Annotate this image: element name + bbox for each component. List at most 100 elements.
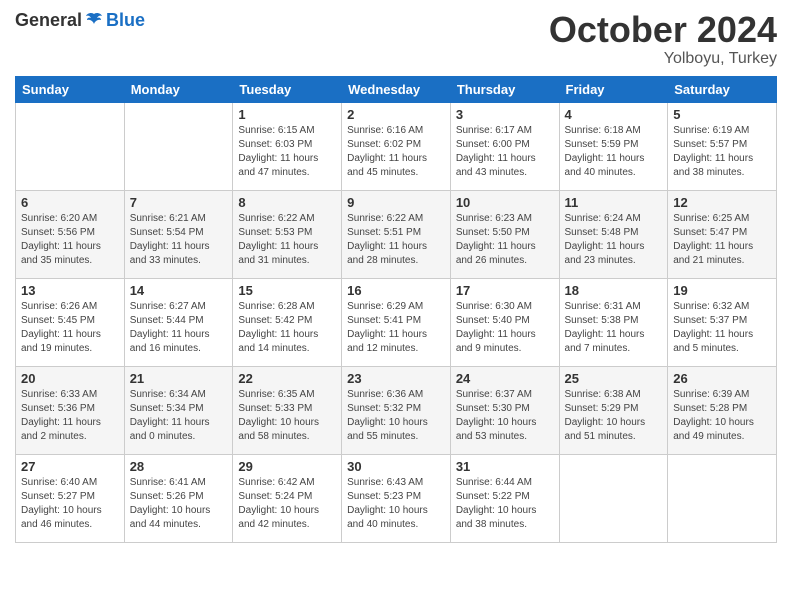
calendar-day-cell: 1Sunrise: 6:15 AM Sunset: 6:03 PM Daylig… [233,102,342,190]
day-info: Sunrise: 6:24 AM Sunset: 5:48 PM Dayligh… [565,212,663,268]
day-number: 16 [347,283,445,298]
day-info: Sunrise: 6:19 AM Sunset: 5:57 PM Dayligh… [673,124,771,180]
day-number: 12 [673,195,771,210]
calendar-day-cell: 3 Sunrise: 6:17 AM Sunset: 6:00 PM Daylig… [450,102,559,190]
title-area: October 2024 Yolboyu, Turkey [549,10,777,68]
day-number: 22 [238,371,336,386]
calendar-day-cell: 28 Sunrise: 6:41 AM Sunset: 5:26 PM Dayli… [124,454,233,542]
day-info: Sunrise: 6:21 AM Sunset: 5:54 PM Dayligh… [130,212,228,268]
day-number: 27 [21,459,119,474]
calendar-day-cell: 19Sunrise: 6:32 AM Sunset: 5:37 PM Dayli… [668,278,777,366]
day-info: Sunrise: 6:30 AM Sunset: 5:40 PM Dayligh… [456,300,554,356]
calendar-day-cell: 14 Sunrise: 6:27 AM Sunset: 5:44 PM Dayli… [124,278,233,366]
day-number: 24 [456,371,554,386]
day-info: Sunrise: 6:22 AM Sunset: 5:51 PM Dayligh… [347,212,445,268]
calendar-table: SundayMondayTuesdayWednesdayThursdayFrid… [15,76,777,543]
calendar-day-cell: 12 Sunrise: 6:25 AM Sunset: 5:47 PM Dayli… [668,190,777,278]
day-info: Sunrise: 6:18 AM Sunset: 5:59 PM Dayligh… [565,124,663,180]
calendar-day-cell: 18 Sunrise: 6:31 AM Sunset: 5:38 PM Dayli… [559,278,668,366]
day-number: 4 [565,107,663,122]
weekday-header-row: SundayMondayTuesdayWednesdayThursdayFrid… [16,76,777,102]
day-number: 6 [21,195,119,210]
calendar-day-cell [559,454,668,542]
day-number: 25 [565,371,663,386]
weekday-header: Wednesday [342,76,451,102]
calendar-day-cell: 26Sunrise: 6:39 AM Sunset: 5:28 PM Dayli… [668,366,777,454]
weekday-header: Friday [559,76,668,102]
calendar-week-row: 27 Sunrise: 6:40 AM Sunset: 5:27 PM Dayli… [16,454,777,542]
day-number: 20 [21,371,119,386]
day-info: Sunrise: 6:38 AM Sunset: 5:29 PM Dayligh… [565,388,663,444]
day-number: 19 [673,283,771,298]
day-info: Sunrise: 6:20 AM Sunset: 5:56 PM Dayligh… [21,212,119,268]
weekday-header: Saturday [668,76,777,102]
day-number: 9 [347,195,445,210]
day-info: Sunrise: 6:16 AM Sunset: 6:02 PM Dayligh… [347,124,445,180]
calendar-day-cell: 8 Sunrise: 6:22 AM Sunset: 5:53 PM Daylig… [233,190,342,278]
day-info: Sunrise: 6:25 AM Sunset: 5:47 PM Dayligh… [673,212,771,268]
calendar-day-cell: 7 Sunrise: 6:21 AM Sunset: 5:54 PM Daylig… [124,190,233,278]
day-number: 10 [456,195,554,210]
calendar-day-cell: 10Sunrise: 6:23 AM Sunset: 5:50 PM Dayli… [450,190,559,278]
calendar-day-cell: 13Sunrise: 6:26 AM Sunset: 5:45 PM Dayli… [16,278,125,366]
calendar-day-cell: 20 Sunrise: 6:33 AM Sunset: 5:36 PM Dayli… [16,366,125,454]
day-number: 23 [347,371,445,386]
day-number: 18 [565,283,663,298]
day-info: Sunrise: 6:36 AM Sunset: 5:32 PM Dayligh… [347,388,445,444]
day-number: 30 [347,459,445,474]
day-info: Sunrise: 6:17 AM Sunset: 6:00 PM Dayligh… [456,124,554,180]
calendar-week-row: 20 Sunrise: 6:33 AM Sunset: 5:36 PM Dayli… [16,366,777,454]
day-info: Sunrise: 6:43 AM Sunset: 5:23 PM Dayligh… [347,476,445,532]
day-number: 13 [21,283,119,298]
day-number: 26 [673,371,771,386]
day-number: 15 [238,283,336,298]
calendar-day-cell: 2Sunrise: 6:16 AM Sunset: 6:02 PM Daylig… [342,102,451,190]
day-number: 5 [673,107,771,122]
logo-blue: Blue [106,10,145,31]
day-number: 14 [130,283,228,298]
calendar-day-cell: 11Sunrise: 6:24 AM Sunset: 5:48 PM Dayli… [559,190,668,278]
calendar-week-row: 6 Sunrise: 6:20 AM Sunset: 5:56 PM Daylig… [16,190,777,278]
day-info: Sunrise: 6:27 AM Sunset: 5:44 PM Dayligh… [130,300,228,356]
weekday-header: Thursday [450,76,559,102]
weekday-header: Monday [124,76,233,102]
calendar-day-cell: 21Sunrise: 6:34 AM Sunset: 5:34 PM Dayli… [124,366,233,454]
day-number: 29 [238,459,336,474]
location-subtitle: Yolboyu, Turkey [549,50,777,68]
day-info: Sunrise: 6:42 AM Sunset: 5:24 PM Dayligh… [238,476,336,532]
calendar-day-cell: 23 Sunrise: 6:36 AM Sunset: 5:32 PM Dayli… [342,366,451,454]
day-info: Sunrise: 6:31 AM Sunset: 5:38 PM Dayligh… [565,300,663,356]
calendar-day-cell: 9 Sunrise: 6:22 AM Sunset: 5:51 PM Daylig… [342,190,451,278]
calendar-day-cell: 17 Sunrise: 6:30 AM Sunset: 5:40 PM Dayli… [450,278,559,366]
calendar-day-cell: 29 Sunrise: 6:42 AM Sunset: 5:24 PM Dayli… [233,454,342,542]
day-number: 17 [456,283,554,298]
day-number: 31 [456,459,554,474]
logo-area: General Blue [15,10,145,31]
day-number: 8 [238,195,336,210]
day-info: Sunrise: 6:40 AM Sunset: 5:27 PM Dayligh… [21,476,119,532]
day-number: 3 [456,107,554,122]
weekday-header: Tuesday [233,76,342,102]
day-info: Sunrise: 6:41 AM Sunset: 5:26 PM Dayligh… [130,476,228,532]
day-info: Sunrise: 6:29 AM Sunset: 5:41 PM Dayligh… [347,300,445,356]
calendar-day-cell: 25 Sunrise: 6:38 AM Sunset: 5:29 PM Dayli… [559,366,668,454]
day-number: 7 [130,195,228,210]
calendar-day-cell: 4 Sunrise: 6:18 AM Sunset: 5:59 PM Daylig… [559,102,668,190]
calendar-day-cell: 15Sunrise: 6:28 AM Sunset: 5:42 PM Dayli… [233,278,342,366]
calendar-day-cell: 5 Sunrise: 6:19 AM Sunset: 5:57 PM Daylig… [668,102,777,190]
day-info: Sunrise: 6:44 AM Sunset: 5:22 PM Dayligh… [456,476,554,532]
day-number: 28 [130,459,228,474]
calendar-day-cell: 31 Sunrise: 6:44 AM Sunset: 5:22 PM Dayli… [450,454,559,542]
calendar-day-cell: 22Sunrise: 6:35 AM Sunset: 5:33 PM Dayli… [233,366,342,454]
day-info: Sunrise: 6:15 AM Sunset: 6:03 PM Dayligh… [238,124,336,180]
calendar-day-cell: 27 Sunrise: 6:40 AM Sunset: 5:27 PM Dayli… [16,454,125,542]
calendar-week-row: 13Sunrise: 6:26 AM Sunset: 5:45 PM Dayli… [16,278,777,366]
calendar-week-row: 1Sunrise: 6:15 AM Sunset: 6:03 PM Daylig… [16,102,777,190]
calendar-day-cell [16,102,125,190]
calendar-day-cell: 6 Sunrise: 6:20 AM Sunset: 5:56 PM Daylig… [16,190,125,278]
calendar-day-cell: 16 Sunrise: 6:29 AM Sunset: 5:41 PM Dayli… [342,278,451,366]
day-info: Sunrise: 6:22 AM Sunset: 5:53 PM Dayligh… [238,212,336,268]
weekday-header: Sunday [16,76,125,102]
day-number: 21 [130,371,228,386]
day-info: Sunrise: 6:33 AM Sunset: 5:36 PM Dayligh… [21,388,119,444]
